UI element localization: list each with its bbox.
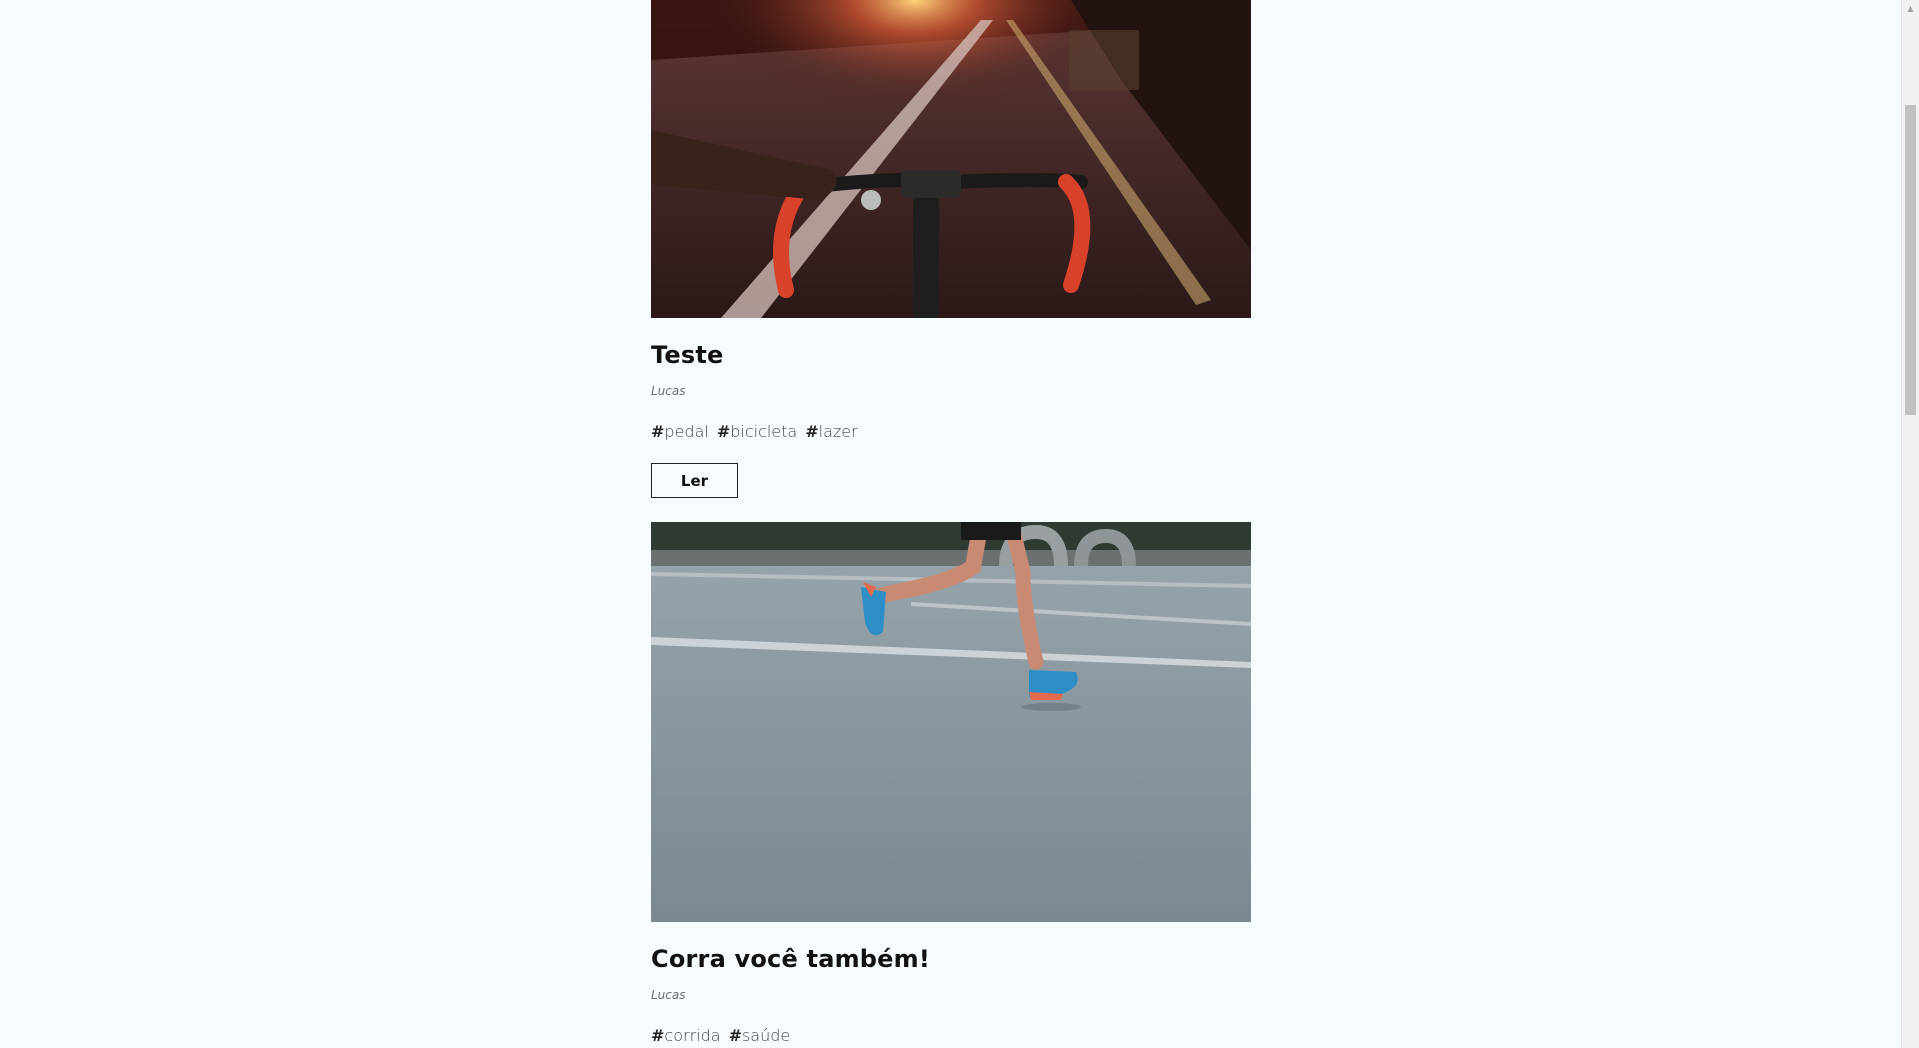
post-image-runner[interactable] — [651, 522, 1251, 922]
page: Teste Lucas #pedal #bicicleta #lazer Ler — [0, 0, 1919, 1048]
post-tags: #corrida #saúde — [651, 1026, 1251, 1046]
tag-saude[interactable]: #saúde — [729, 1026, 791, 1046]
post-card: Corra você também! Lucas #corrida #saúde — [651, 522, 1251, 1046]
post-card: Teste Lucas #pedal #bicicleta #lazer Ler — [651, 0, 1251, 498]
read-button[interactable]: Ler — [651, 463, 738, 498]
post-image-bicycle[interactable] — [651, 0, 1251, 318]
tag-corrida[interactable]: #corrida — [651, 1026, 721, 1046]
scroll-up-arrow-icon[interactable]: ▲ — [1902, 0, 1919, 17]
post-author: Lucas — [651, 988, 686, 1002]
tag-pedal[interactable]: #pedal — [651, 422, 709, 442]
post-title: Teste — [651, 341, 724, 369]
post-feed: Teste Lucas #pedal #bicicleta #lazer Ler — [651, 0, 1251, 1046]
vertical-scrollbar[interactable]: ▲ — [1901, 0, 1919, 1048]
tag-bicicleta[interactable]: #bicicleta — [717, 422, 797, 442]
tag-lazer[interactable]: #lazer — [805, 422, 857, 442]
post-tags: #pedal #bicicleta #lazer — [651, 422, 1251, 442]
scrollbar-thumb[interactable] — [1905, 105, 1916, 415]
post-author: Lucas — [651, 384, 686, 398]
post-title: Corra você também! — [651, 945, 931, 973]
